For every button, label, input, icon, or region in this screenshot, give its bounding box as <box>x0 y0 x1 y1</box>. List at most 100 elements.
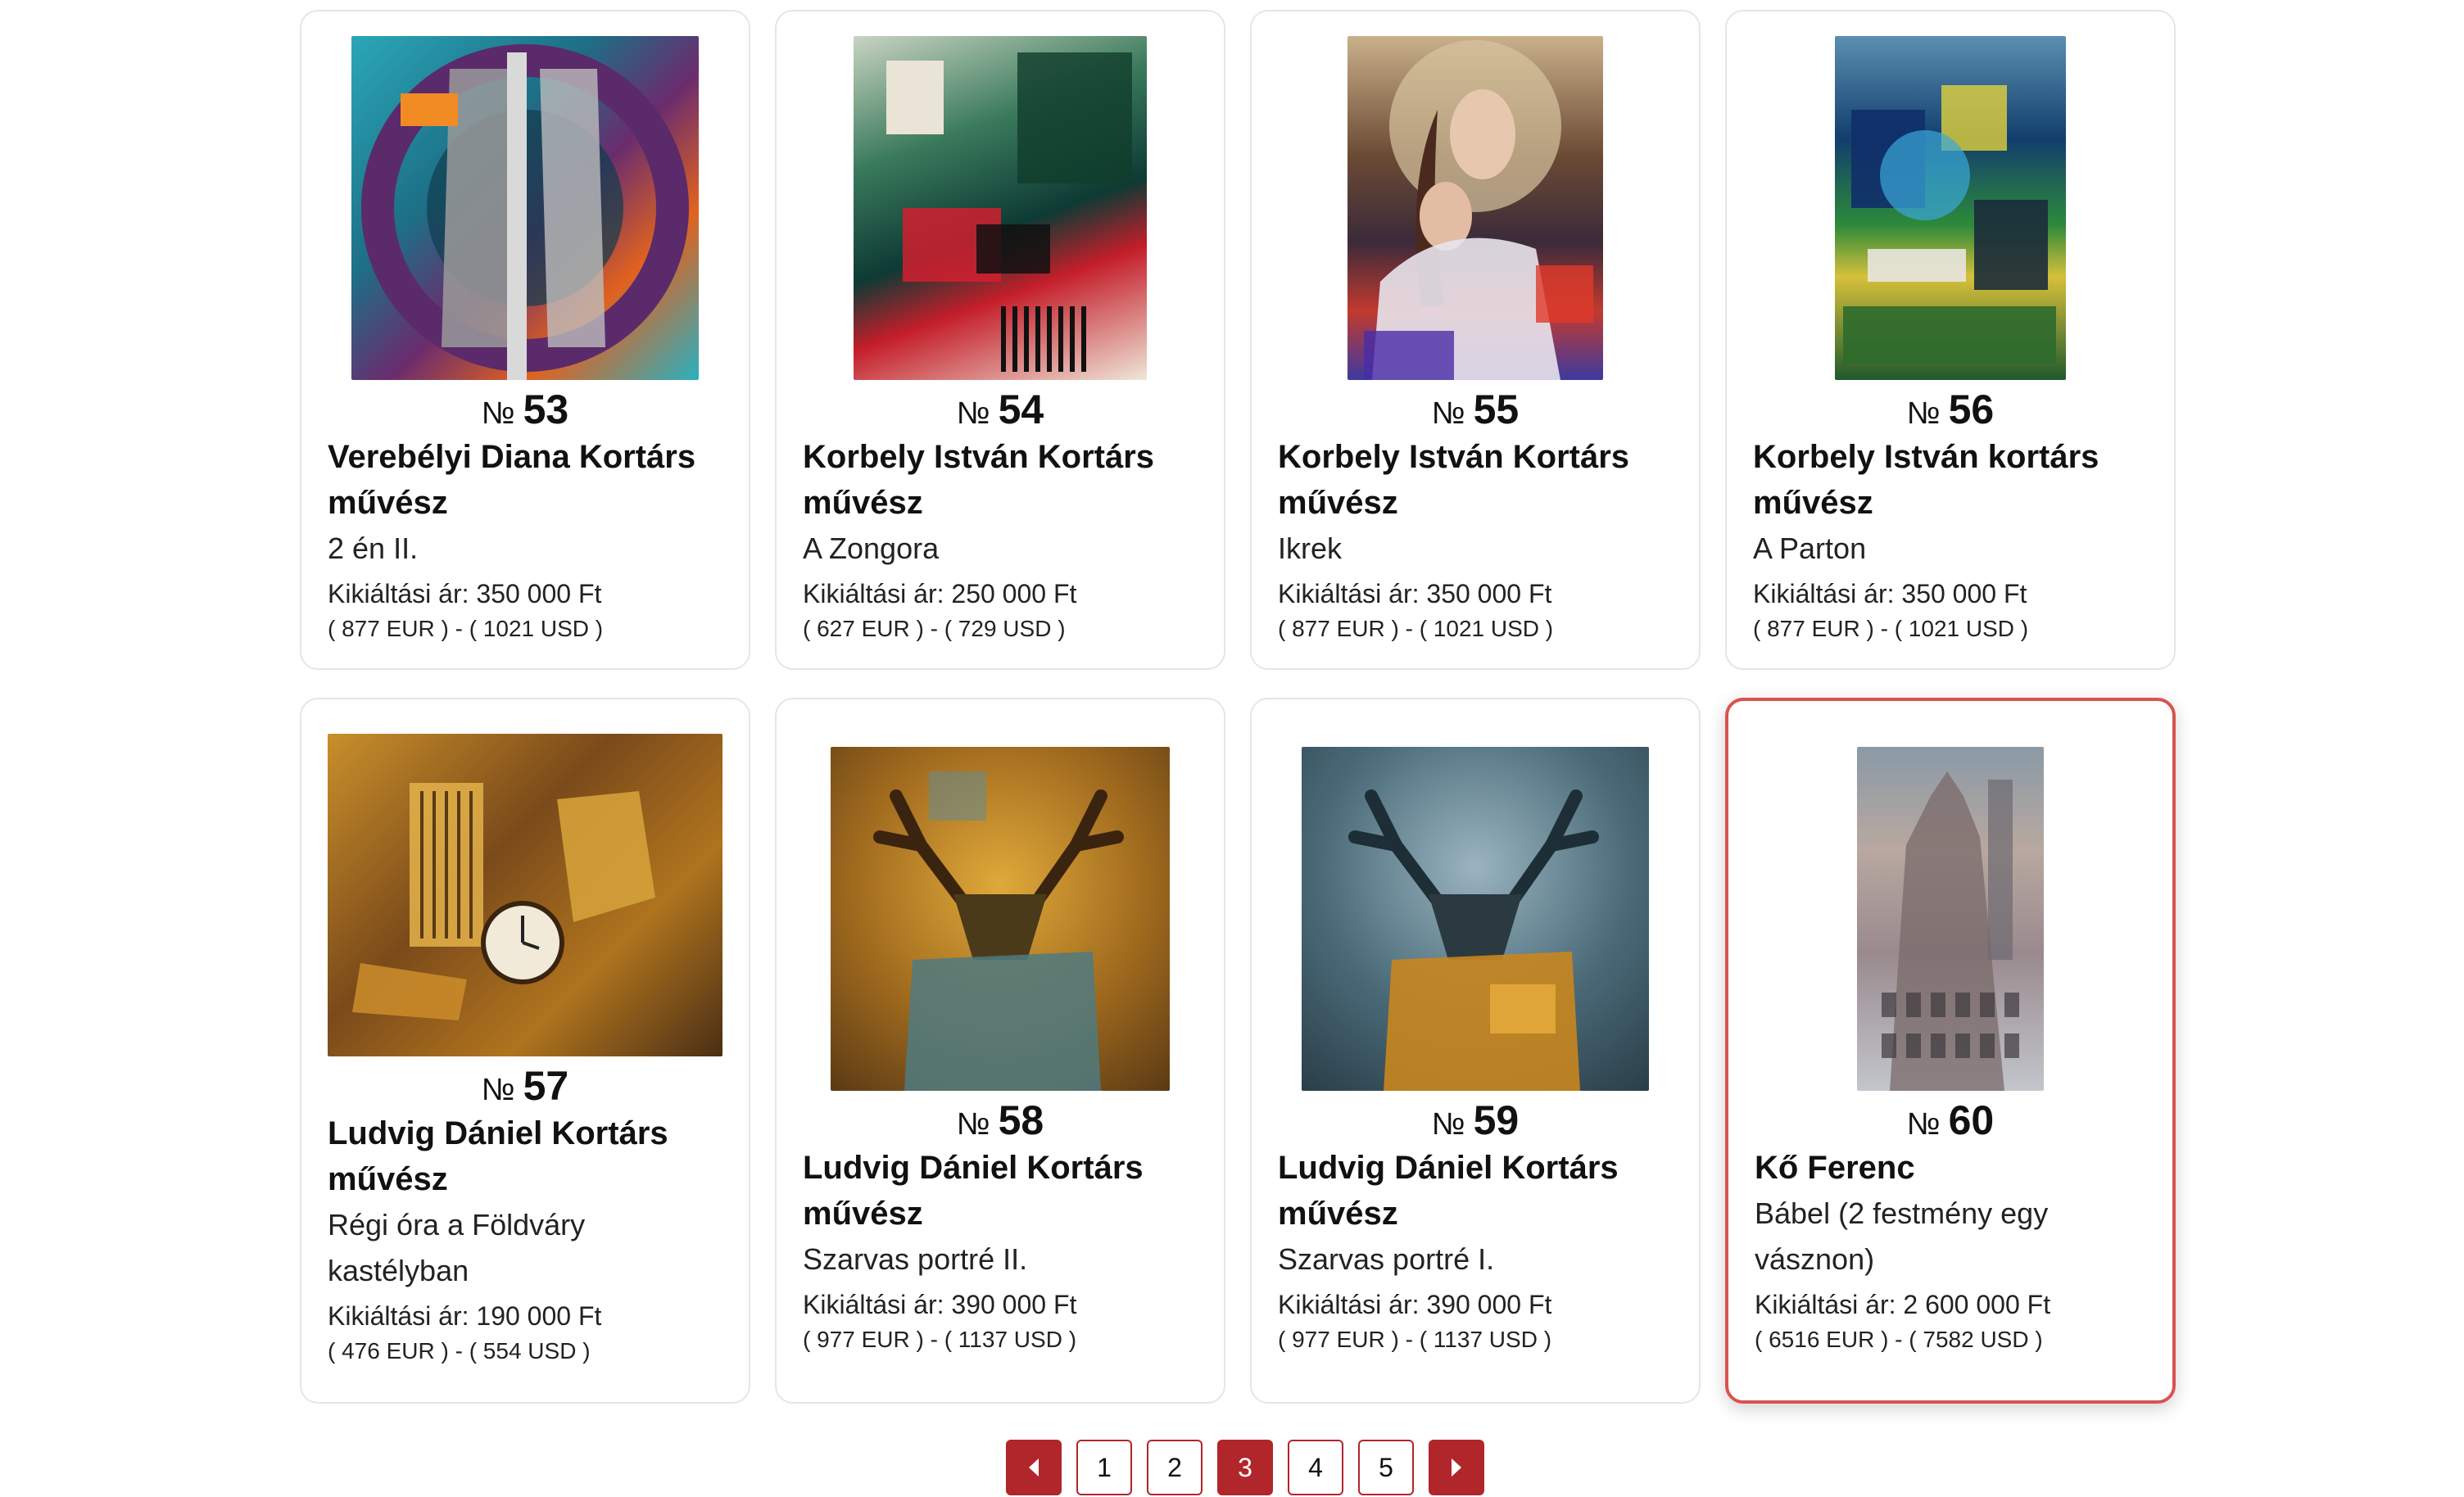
pagination: 1 2 3 4 5 <box>1006 1440 1484 1495</box>
artist-line: Korbely István Kortárs <box>1278 439 1630 475</box>
title-line: vásznon) <box>1755 1242 1875 1276</box>
artist-line: művész <box>1278 1196 1398 1232</box>
currency-conversion: ( 6516 EUR ) - ( 7582 USD ) <box>1755 1327 2043 1352</box>
page-3-button-current[interactable]: 3 <box>1217 1440 1273 1495</box>
lot-card[interactable]: № 53 Verebélyi Diana Kortárs művész 2 én … <box>300 10 750 670</box>
starting-price: Kikiáltási ár: 350 000 Ft <box>328 579 602 608</box>
lot-image-wrap <box>1278 747 1673 1091</box>
starting-price: Kikiáltási ár: 2 600 000 Ft <box>1755 1290 2051 1319</box>
lot-number-value: 59 <box>1473 1097 1520 1143</box>
lot-card[interactable]: № 56 Korbely István kortárs művész A Part… <box>1725 10 2176 670</box>
artist-line: művész <box>803 485 923 521</box>
page-1-button[interactable]: 1 <box>1076 1440 1132 1495</box>
lot-card[interactable]: № 54 Korbely István Kortárs művész A Zong… <box>775 10 1225 670</box>
lot-number-value: 57 <box>523 1063 569 1109</box>
starting-price: Kikiáltási ár: 390 000 Ft <box>803 1290 1077 1319</box>
artist-line: művész <box>1278 485 1398 521</box>
currency-conversion: ( 877 EUR ) - ( 1021 USD ) <box>328 616 604 641</box>
lot-image[interactable] <box>328 734 722 1056</box>
title-line: kastélyban <box>328 1254 469 1287</box>
artist-line: művész <box>328 485 448 521</box>
lot-image-wrap <box>803 747 1198 1091</box>
lot-number: № 54 <box>803 385 1198 434</box>
artwork-title: Bábel (2 festmény egy vásznon) <box>1755 1191 2146 1282</box>
lot-image[interactable] <box>1302 747 1649 1091</box>
number-sign: № <box>1431 1107 1465 1142</box>
previous-page-button[interactable] <box>1006 1440 1062 1495</box>
lot-image[interactable] <box>831 747 1170 1091</box>
starting-price: Kikiáltási ár: 350 000 Ft <box>1278 579 1552 608</box>
title-line: 2 én II. <box>328 531 419 565</box>
artist-name: Korbely István Kortárs művész <box>1278 434 1673 526</box>
lot-number-value: 58 <box>998 1097 1044 1143</box>
lot-number: № 56 <box>1753 385 2148 434</box>
currency-conversion: ( 627 EUR ) - ( 729 USD ) <box>803 616 1066 641</box>
lot-image-wrap <box>1278 36 1673 380</box>
lot-number-value: 53 <box>523 387 569 432</box>
artist-line: Kő Ferenc <box>1755 1150 1915 1186</box>
lot-image-wrap <box>328 36 722 380</box>
page-2-button[interactable]: 2 <box>1147 1440 1203 1495</box>
title-line: Bábel (2 festmény egy <box>1755 1196 2049 1230</box>
starting-price: Kikiáltási ár: 250 000 Ft <box>803 579 1077 608</box>
lot-image[interactable] <box>1835 36 2066 380</box>
number-sign: № <box>956 396 990 431</box>
lot-number: № 60 <box>1755 1096 2146 1145</box>
title-line: Ikrek <box>1278 531 1343 565</box>
number-sign: № <box>1906 1107 1941 1142</box>
lot-card[interactable]: № 58 Ludvig Dániel Kortárs művész Szarvas… <box>775 698 1225 1404</box>
starting-price: Kikiáltási ár: 350 000 Ft <box>1753 579 2027 608</box>
title-line: A Zongora <box>803 531 940 565</box>
lot-number-value: 54 <box>998 387 1044 432</box>
page-5-button[interactable]: 5 <box>1358 1440 1414 1495</box>
artist-name: Ludvig Dániel Kortárs művész <box>328 1110 722 1202</box>
lot-card[interactable]: № 59 Ludvig Dániel Kortárs művész Szarvas… <box>1250 698 1701 1404</box>
artist-line: művész <box>328 1161 448 1197</box>
currency-conversion: ( 877 EUR ) - ( 1021 USD ) <box>1753 616 2029 641</box>
artist-name: Korbely István kortárs művész <box>1753 434 2148 526</box>
lot-card[interactable]: № 57 Ludvig Dániel Kortárs művész Régi ór… <box>300 698 750 1404</box>
currency-conversion: ( 877 EUR ) - ( 1021 USD ) <box>1278 616 1554 641</box>
starting-price: Kikiáltási ár: 190 000 Ft <box>328 1301 602 1331</box>
artwork-title: A Parton <box>1753 526 2148 572</box>
artwork-title: 2 én II. <box>328 526 722 572</box>
number-sign: № <box>481 396 515 431</box>
artist-line: művész <box>803 1196 923 1232</box>
lot-number-value: 55 <box>1473 387 1520 432</box>
next-page-button[interactable] <box>1429 1440 1484 1495</box>
lot-image[interactable] <box>1348 36 1603 380</box>
artist-name: Ludvig Dániel Kortárs művész <box>803 1145 1198 1237</box>
currency-conversion: ( 977 EUR ) - ( 1137 USD ) <box>803 1327 1077 1352</box>
artist-line: Ludvig Dániel Kortárs <box>328 1115 668 1151</box>
artwork-title: Szarvas portré I. <box>1278 1237 1673 1282</box>
number-sign: № <box>1431 396 1465 431</box>
caret-left-icon <box>1029 1459 1039 1477</box>
lot-number-value: 56 <box>1948 387 1995 432</box>
lot-card[interactable]: № 55 Korbely István Kortárs művész Ikrek … <box>1250 10 1701 670</box>
lot-number: № 59 <box>1278 1096 1673 1145</box>
title-line: Szarvas portré I. <box>1278 1242 1495 1276</box>
title-line: Régi óra a Földváry <box>328 1208 586 1241</box>
page-4-button[interactable]: 4 <box>1288 1440 1343 1495</box>
title-line: A Parton <box>1753 531 1867 565</box>
lot-card-selected[interactable]: № 60 Kő Ferenc Bábel (2 festmény egy vász… <box>1725 698 2176 1404</box>
artist-name: Kő Ferenc <box>1755 1145 2146 1191</box>
lot-image-wrap <box>803 36 1198 380</box>
artwork-title: Régi óra a Földváry kastélyban <box>328 1202 722 1294</box>
lot-grid: № 53 Verebélyi Diana Kortárs művész 2 én … <box>300 10 2176 1404</box>
lot-number: № 58 <box>803 1096 1198 1145</box>
artist-name: Korbely István Kortárs művész <box>803 434 1198 526</box>
title-line: Szarvas portré II. <box>803 1242 1028 1276</box>
lot-image[interactable] <box>351 36 699 380</box>
artist-line: Ludvig Dániel Kortárs <box>1278 1150 1619 1186</box>
lot-image[interactable] <box>854 36 1147 380</box>
artwork-title: Ikrek <box>1278 526 1673 572</box>
number-sign: № <box>481 1073 515 1107</box>
lot-image[interactable] <box>1857 747 2044 1091</box>
artist-line: Korbely István Kortárs <box>803 439 1155 475</box>
lot-image-wrap <box>1753 36 2148 380</box>
lot-number-value: 60 <box>1948 1097 1995 1143</box>
artist-name: Verebélyi Diana Kortárs művész <box>328 434 722 526</box>
artwork-title: A Zongora <box>803 526 1198 572</box>
lot-image-wrap <box>328 734 722 1056</box>
